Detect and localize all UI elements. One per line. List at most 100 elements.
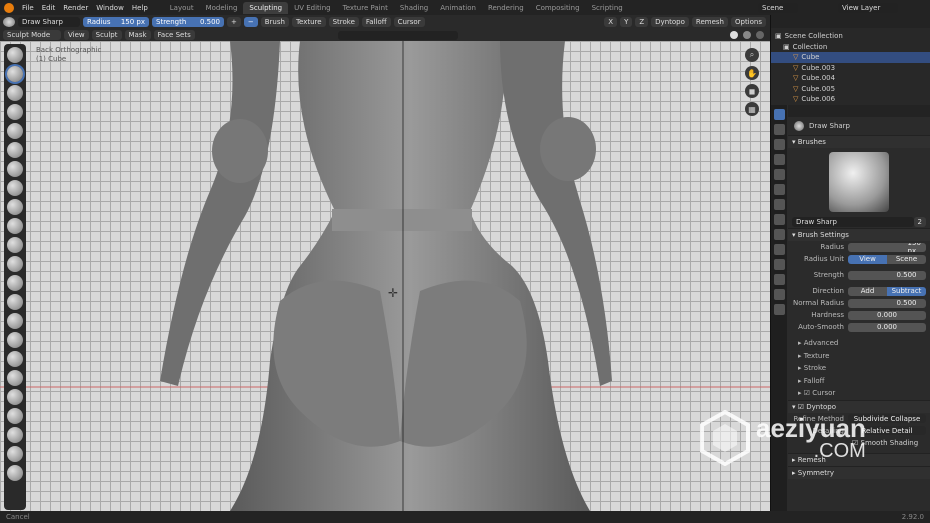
menu-window[interactable]: Window [92, 4, 128, 12]
shading-rendered-icon[interactable] [756, 31, 764, 39]
stroke-subpanel[interactable]: ▸ Stroke [788, 362, 930, 375]
multiplane-scrape-tool-icon[interactable] [7, 294, 23, 310]
smooth-tool-icon[interactable] [7, 218, 23, 234]
strength-field[interactable]: 0.500 [848, 270, 926, 280]
shading-material-icon[interactable] [743, 31, 751, 39]
auto-smooth-field[interactable]: 0.000 [848, 322, 926, 332]
brush-users-count[interactable]: 2 [913, 217, 926, 227]
scrape-tool-icon[interactable] [7, 275, 23, 291]
menu-render[interactable]: Render [59, 4, 92, 12]
pan-hand-icon[interactable]: ✋ [745, 66, 759, 80]
mask-menu[interactable]: Mask [124, 30, 151, 40]
viewport-search-input[interactable] [337, 30, 458, 40]
pose-tool-icon[interactable] [7, 408, 23, 424]
direction-add[interactable]: Add [848, 286, 887, 296]
menu-edit[interactable]: Edit [38, 4, 60, 12]
remesh-menu[interactable]: Remesh [691, 17, 728, 27]
tab-modeling[interactable]: Modeling [200, 2, 244, 14]
sculpt-menu[interactable]: Sculpt [91, 30, 122, 40]
normal-radius-field[interactable]: 0.500 [848, 298, 926, 308]
cursor-subpanel[interactable]: ▸ ☑ Cursor [788, 387, 930, 400]
tab-rendering[interactable]: Rendering [482, 2, 530, 14]
brush-preview-thumbnail[interactable] [829, 152, 889, 212]
particles-tab-icon[interactable] [773, 229, 785, 240]
shading-solid-icon[interactable] [730, 31, 738, 39]
tab-texture-paint[interactable]: Texture Paint [337, 2, 394, 14]
grab-tool-icon[interactable] [7, 332, 23, 348]
rotate-tool-icon[interactable] [7, 446, 23, 462]
axis-z-toggle[interactable]: Z [635, 17, 649, 27]
brush-settings-header[interactable]: ▾ Brush Settings [788, 228, 930, 241]
outliner-item-cube-004[interactable]: ▽ Cube.004 [771, 73, 930, 84]
menu-help[interactable]: Help [128, 4, 152, 12]
render-tab-icon[interactable] [773, 124, 785, 135]
outliner-item-cube[interactable]: ▽ Cube [771, 52, 930, 63]
radius-unit-scene[interactable]: Scene [887, 254, 926, 264]
dyntopo-toggle[interactable]: Dyntopo [651, 17, 689, 27]
hardness-field[interactable]: 0.000 [848, 310, 926, 320]
face-sets-menu[interactable]: Face Sets [153, 30, 195, 40]
radius-field[interactable]: 150 px [848, 242, 926, 252]
crease-tool-icon[interactable] [7, 199, 23, 215]
draw-tool-icon[interactable] [7, 47, 23, 63]
blender-logo-icon[interactable] [4, 2, 14, 13]
tool-tab-icon[interactable] [773, 109, 785, 120]
texture-subpanel[interactable]: ▸ Texture [788, 350, 930, 363]
view-layer-selector[interactable]: View Layer [838, 2, 898, 13]
axis-x-toggle[interactable]: X [604, 17, 618, 27]
direction-subtract[interactable]: Subtract [887, 286, 926, 296]
view-menu[interactable]: View [64, 30, 89, 40]
options-menu[interactable]: Options [730, 17, 766, 27]
camera-icon[interactable]: ◼ [745, 84, 759, 98]
outliner-item-cube-003[interactable]: ▽ Cube.003 [771, 63, 930, 74]
thumb-tool-icon[interactable] [7, 389, 23, 405]
brush-datablock-name[interactable]: Draw Sharp [792, 217, 914, 227]
data-tab-icon[interactable] [773, 274, 785, 285]
advanced-subpanel[interactable]: ▸ Advanced [788, 337, 930, 350]
pinch-tool-icon[interactable] [7, 313, 23, 329]
clay-strips-tool-icon[interactable] [7, 104, 23, 120]
stroke-menu[interactable]: Stroke [328, 17, 359, 27]
scene-tab-icon[interactable] [773, 169, 785, 180]
brush-name-field[interactable]: Draw Sharp [18, 17, 80, 27]
axis-y-toggle[interactable]: Y [620, 17, 633, 27]
texture-tab-icon[interactable] [773, 304, 785, 315]
object-tab-icon[interactable] [773, 199, 785, 210]
tab-shading[interactable]: Shading [394, 2, 434, 14]
clay-tool-icon[interactable] [7, 85, 23, 101]
brushes-panel-header[interactable]: ▾ Brushes [788, 135, 930, 148]
outliner-item-cube-006[interactable]: ▽ Cube.006 [771, 94, 930, 105]
scene-selector[interactable]: Scene [758, 2, 798, 13]
inflate-tool-icon[interactable] [7, 161, 23, 177]
subtract-direction-button[interactable]: − [243, 17, 258, 27]
zoom-icon[interactable]: ⌕ [745, 48, 759, 62]
material-tab-icon[interactable] [773, 289, 785, 300]
fill-tool-icon[interactable] [7, 256, 23, 272]
tab-scripting[interactable]: Scripting [586, 2, 629, 14]
falloff-subpanel[interactable]: ▸ Falloff [788, 375, 930, 388]
world-tab-icon[interactable] [773, 184, 785, 195]
falloff-menu[interactable]: Falloff [361, 17, 391, 27]
constraints-tab-icon[interactable] [773, 259, 785, 270]
tab-sculpting[interactable]: Sculpting [243, 1, 289, 14]
tab-layout[interactable]: Layout [164, 2, 200, 14]
layer-tool-icon[interactable] [7, 142, 23, 158]
modifier-tab-icon[interactable] [773, 214, 785, 225]
mask-tool-icon[interactable] [7, 465, 23, 481]
tab-compositing[interactable]: Compositing [530, 2, 586, 14]
properties-search[interactable] [788, 105, 930, 117]
ortho-grid-icon[interactable]: ▦ [745, 102, 759, 116]
physics-tab-icon[interactable] [773, 244, 785, 255]
radius-unit-view[interactable]: View [848, 254, 887, 264]
outliner-collection[interactable]: ▣ Collection [771, 42, 930, 53]
clay-thumb-tool-icon[interactable] [7, 123, 23, 139]
symmetry-panel-header[interactable]: ▸ Symmetry [788, 465, 930, 479]
texture-menu[interactable]: Texture [291, 17, 326, 27]
menu-file[interactable]: File [18, 4, 38, 12]
3d-viewport[interactable]: ✛ Back Orthographic (1) Cube [0, 41, 770, 511]
tab-animation[interactable]: Animation [434, 2, 482, 14]
nudge-tool-icon[interactable] [7, 427, 23, 443]
mode-selector[interactable]: Sculpt Mode [3, 30, 61, 40]
draw-sharp-tool-icon[interactable] [7, 66, 23, 82]
view-layer-tab-icon[interactable] [773, 154, 785, 165]
